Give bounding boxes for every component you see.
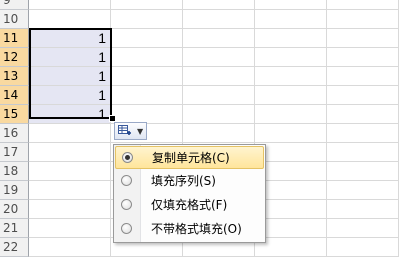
row-header[interactable]: 15 bbox=[0, 105, 29, 124]
cell[interactable] bbox=[327, 124, 399, 143]
cell[interactable] bbox=[327, 219, 399, 238]
cell-column-a[interactable] bbox=[29, 162, 111, 181]
autofill-options-menu: 复制单元格(C) 填充序列(S) 仅填充格式(F) 不带格式填充(O) bbox=[113, 144, 266, 243]
row-header[interactable]: 20 bbox=[0, 200, 29, 219]
cell[interactable] bbox=[327, 105, 399, 124]
cell[interactable] bbox=[183, 86, 255, 105]
menu-item-copy-cells[interactable]: 复制单元格(C) bbox=[115, 146, 264, 169]
cell-column-a[interactable] bbox=[29, 0, 111, 10]
cell-column-a[interactable]: 1 bbox=[29, 86, 111, 105]
cell[interactable] bbox=[183, 124, 255, 143]
cell[interactable] bbox=[183, 67, 255, 86]
cell-column-a[interactable] bbox=[29, 181, 111, 200]
table-row: 16 bbox=[0, 124, 399, 143]
cell-column-a[interactable] bbox=[29, 200, 111, 219]
radio-selected-icon bbox=[122, 152, 133, 163]
fill-handle[interactable] bbox=[109, 115, 116, 122]
cell-column-a[interactable] bbox=[29, 124, 111, 143]
cell[interactable] bbox=[183, 10, 255, 29]
cell[interactable] bbox=[255, 48, 327, 67]
cell-column-a[interactable]: 1 bbox=[29, 29, 111, 48]
menu-item-label: 仅填充格式(F) bbox=[151, 198, 228, 212]
cell-column-a[interactable]: 1 bbox=[29, 67, 111, 86]
table-row: 12 1 bbox=[0, 48, 399, 67]
menu-item-label: 不带格式填充(O) bbox=[151, 222, 242, 236]
cell[interactable] bbox=[327, 48, 399, 67]
row-header[interactable]: 21 bbox=[0, 219, 29, 238]
autofill-options-icon bbox=[118, 125, 131, 135]
autofill-options-button[interactable]: ▼ bbox=[114, 122, 147, 140]
cell[interactable] bbox=[327, 29, 399, 48]
menu-item-fill-without-formatting[interactable]: 不带格式填充(O) bbox=[115, 218, 264, 241]
cell[interactable] bbox=[183, 105, 255, 124]
cell-value: 1 bbox=[98, 106, 106, 122]
cell[interactable] bbox=[255, 67, 327, 86]
cell[interactable] bbox=[327, 181, 399, 200]
table-row: 11 1 bbox=[0, 29, 399, 48]
menu-item-fill-formatting-only[interactable]: 仅填充格式(F) bbox=[115, 194, 264, 217]
table-row: 10 bbox=[0, 10, 399, 29]
chevron-down-icon: ▼ bbox=[137, 127, 144, 136]
cell[interactable] bbox=[327, 0, 399, 10]
cell-value: 1 bbox=[98, 30, 106, 46]
row-header[interactable]: 14 bbox=[0, 86, 29, 105]
table-row: 14 1 bbox=[0, 86, 399, 105]
cell-column-a[interactable] bbox=[29, 219, 111, 238]
cell[interactable] bbox=[255, 105, 327, 124]
cell[interactable] bbox=[327, 67, 399, 86]
radio-icon bbox=[121, 223, 132, 234]
menu-item-fill-series[interactable]: 填充序列(S) bbox=[115, 170, 264, 193]
cell-value: 1 bbox=[98, 87, 106, 103]
radio-icon bbox=[121, 175, 132, 186]
cell[interactable] bbox=[111, 86, 183, 105]
cell[interactable] bbox=[255, 0, 327, 10]
cell[interactable] bbox=[327, 162, 399, 181]
table-row: 9 bbox=[0, 0, 399, 10]
row-header[interactable]: 17 bbox=[0, 143, 29, 162]
cell-column-a[interactable]: 1 bbox=[29, 105, 111, 124]
cell[interactable] bbox=[255, 29, 327, 48]
cell[interactable] bbox=[255, 124, 327, 143]
cell[interactable] bbox=[327, 10, 399, 29]
row-header[interactable]: 10 bbox=[0, 10, 29, 29]
row-header[interactable]: 19 bbox=[0, 181, 29, 200]
radio-icon bbox=[121, 199, 132, 210]
cell-column-a[interactable] bbox=[29, 10, 111, 29]
cell[interactable] bbox=[111, 48, 183, 67]
row-header[interactable]: 9 bbox=[0, 0, 29, 10]
row-header[interactable]: 11 bbox=[0, 29, 29, 48]
cell[interactable] bbox=[111, 29, 183, 48]
row-header[interactable]: 18 bbox=[0, 162, 29, 181]
cell[interactable] bbox=[111, 0, 183, 10]
cell[interactable] bbox=[183, 0, 255, 10]
cell-column-a[interactable]: 1 bbox=[29, 48, 111, 67]
cell-column-a[interactable] bbox=[29, 143, 111, 162]
cell[interactable] bbox=[327, 86, 399, 105]
table-row: 13 1 bbox=[0, 67, 399, 86]
row-header[interactable]: 22 bbox=[0, 238, 29, 257]
cell[interactable] bbox=[111, 67, 183, 86]
cell-value: 1 bbox=[98, 68, 106, 84]
cell[interactable] bbox=[327, 200, 399, 219]
row-header[interactable]: 16 bbox=[0, 124, 29, 143]
cell[interactable] bbox=[111, 10, 183, 29]
cell-column-a[interactable] bbox=[29, 238, 111, 257]
menu-item-label: 复制单元格(C) bbox=[152, 151, 230, 165]
cell-value: 1 bbox=[98, 49, 106, 65]
cell[interactable] bbox=[183, 48, 255, 67]
menu-item-label: 填充序列(S) bbox=[151, 174, 216, 188]
cell[interactable] bbox=[255, 10, 327, 29]
cell[interactable] bbox=[327, 143, 399, 162]
row-header[interactable]: 13 bbox=[0, 67, 29, 86]
cell[interactable] bbox=[327, 238, 399, 257]
cell[interactable] bbox=[183, 29, 255, 48]
cell[interactable] bbox=[255, 86, 327, 105]
table-row: 15 1 bbox=[0, 105, 399, 124]
row-header[interactable]: 12 bbox=[0, 48, 29, 67]
